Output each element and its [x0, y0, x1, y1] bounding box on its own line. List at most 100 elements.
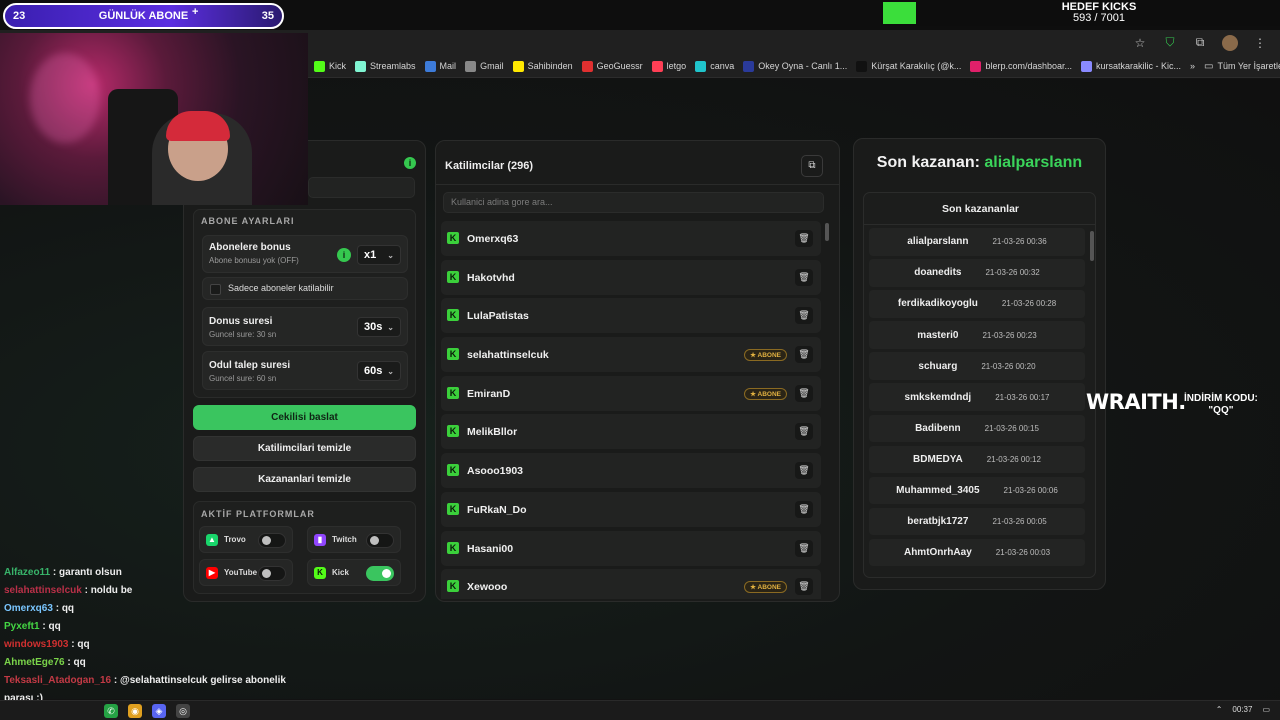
trash-icon[interactable]: 🗑 [795, 268, 813, 286]
participant-name: FuRkaN_Do [467, 503, 527, 516]
more-bookmarks-icon[interactable]: » [1190, 61, 1195, 71]
bookmark-item[interactable]: blerp.com/dashboar... [970, 60, 1072, 72]
only-subs-row[interactable]: Sadece aboneler katilabilir [202, 277, 408, 300]
winner-date: 21-03-26 00:03 [995, 548, 1051, 558]
platform-toggle[interactable] [366, 533, 394, 548]
trash-icon[interactable]: 🗑 [795, 384, 813, 402]
sub-bonus-select[interactable]: x1 ⌄ [357, 245, 401, 265]
platform-toggle[interactable] [366, 566, 394, 581]
start-giveaway-button[interactable]: Cekilisi baslat [193, 405, 416, 430]
shield-icon[interactable]: ⛉ [1162, 35, 1178, 51]
bookmark-item[interactable]: Streamlabs [355, 60, 416, 72]
kick-icon: K [447, 348, 459, 361]
subscriber-badge: ★ ABONE [744, 581, 787, 594]
trash-icon[interactable]: 🗑 [795, 539, 813, 557]
row-subtitle: Guncel sure: 60 sn [209, 374, 277, 383]
star-icon[interactable]: ☆ [1132, 35, 1148, 51]
participant-row: K Xewooo ★ ABONE 🗑 [441, 569, 821, 599]
bookmark-item[interactable]: Sahibinden [512, 60, 573, 72]
clear-participants-button[interactable]: Katilimcilari temizle [193, 436, 416, 461]
info-icon[interactable]: i [337, 248, 351, 262]
trash-icon[interactable]: 🗑 [795, 230, 813, 247]
platform-label: Twitch [332, 535, 357, 544]
winner-date: 21-03-26 00:36 [992, 237, 1047, 247]
participant-search-input[interactable]: Kullanici adina gore ara... [443, 192, 824, 213]
row-title: Donus suresi [209, 316, 273, 327]
winner-row: ferdikadikoyoglu 21-03-26 00:28 [869, 290, 1085, 318]
sponsor-logo: WRAITH. [1086, 390, 1186, 414]
chrome-icon[interactable]: ◉ [128, 704, 142, 718]
last-winner-title: Son kazanan: alialparslann [853, 154, 1106, 172]
bookmark-icon [512, 60, 524, 72]
chat-separator: : [50, 567, 60, 578]
spin-time-select[interactable]: 30s ⌄ [357, 317, 401, 337]
trash-icon[interactable]: 🗑 [795, 307, 813, 325]
bookmark-item[interactable]: Kürşat Karakılıç (@k... [856, 60, 961, 72]
bookmark-icon [314, 60, 325, 72]
tray-chevron-icon[interactable]: ⌃ [1216, 705, 1223, 714]
webcam-feed [0, 33, 308, 205]
sponsor-code-label: İNDİRİM KODU: [1184, 393, 1258, 404]
bookmark-item[interactable]: kursatkarakilic - Kic... [1081, 60, 1181, 72]
lamp-glow [30, 53, 100, 143]
extensions-icon[interactable]: ⧉ [1192, 35, 1208, 51]
scrollbar[interactable] [1090, 231, 1094, 261]
bookmark-item[interactable]: Okey Oyna - Canlı 1... [743, 60, 847, 72]
chat-text: qq [77, 639, 90, 650]
chat-username: Pyxeft1 [4, 621, 40, 632]
settings-input[interactable] [308, 177, 415, 198]
bookmark-label: letgo [666, 61, 687, 71]
chat-separator: : [81, 585, 91, 596]
kick-icon: K [447, 425, 459, 438]
chat-username: Teksasli_Atadogan_16 [4, 675, 112, 686]
trash-icon[interactable]: 🗑 [795, 462, 813, 480]
row-title: Odul talep suresi [209, 360, 291, 371]
copy-icon[interactable]: ⧉ [801, 155, 823, 177]
only-subs-checkbox[interactable] [210, 284, 221, 295]
bookmark-item[interactable]: Gmail [465, 60, 504, 72]
notification-icon[interactable]: ▭ [1262, 705, 1270, 714]
bookmark-item[interactable]: Kick [314, 60, 346, 72]
trash-icon[interactable]: 🗑 [795, 578, 813, 596]
scrollbar[interactable] [825, 223, 829, 241]
profile-icon[interactable] [1222, 34, 1238, 51]
sponsor-code: İNDİRİM KODU: "QQ" [1184, 393, 1258, 417]
chat-text: qq [61, 603, 75, 614]
trash-icon[interactable]: 🗑 [795, 423, 813, 441]
bookmark-item[interactable]: Mail [424, 60, 456, 72]
all-bookmarks[interactable]: ▭ Tüm Yer İşaretleri [1204, 61, 1280, 72]
trovo-icon: ▲ [206, 534, 218, 546]
kicks-goal-progress: 593 / 7001 [1073, 12, 1125, 24]
clear-winners-button[interactable]: Kazananlari temizle [193, 467, 416, 492]
discord-icon[interactable]: ◈ [152, 704, 166, 718]
divider [864, 224, 1095, 225]
menu-icon[interactable]: ⋮ [1252, 35, 1268, 51]
whatsapp-icon[interactable]: ✆ [104, 704, 118, 718]
bookmark-icon [743, 60, 755, 72]
winner-name: AhmtOnrhAay [903, 547, 972, 559]
chat-message: windows1903 : qq [4, 636, 304, 654]
select-value: 30s [364, 321, 383, 333]
bookmark-item[interactable]: canva [695, 60, 734, 72]
platform-toggle[interactable] [258, 533, 286, 548]
info-icon[interactable]: i [404, 157, 416, 169]
bookmark-item[interactable]: letgo [651, 60, 687, 72]
bookmark-item[interactable]: GeoGuessr [581, 60, 643, 72]
trash-icon[interactable]: 🗑 [795, 500, 813, 518]
chat-text: qq [73, 657, 86, 668]
bookmark-icon [424, 60, 436, 72]
all-bookmarks-label: Tüm Yer İşaretleri [1217, 61, 1280, 71]
claim-time-select[interactable]: 60s ⌄ [357, 361, 401, 381]
spin-time-row: Donus suresi Guncel sure: 30 sn 30s ⌄ [202, 307, 408, 346]
participants-title: Katilimcilar (296) [445, 160, 534, 172]
participant-name: Hakotvhd [467, 271, 515, 284]
divider [436, 184, 839, 185]
obs-icon[interactable]: ◎ [176, 704, 190, 718]
trash-icon[interactable]: 🗑 [795, 346, 813, 364]
winner-row: schuarg 21-03-26 00:20 [869, 352, 1085, 380]
winner-row: masteri0 21-03-26 00:23 [869, 321, 1085, 349]
kick-icon: K [447, 580, 459, 593]
select-value: x1 [364, 249, 377, 261]
sub-goal-current: 23 [13, 10, 26, 22]
bookmark-icon [465, 60, 477, 72]
